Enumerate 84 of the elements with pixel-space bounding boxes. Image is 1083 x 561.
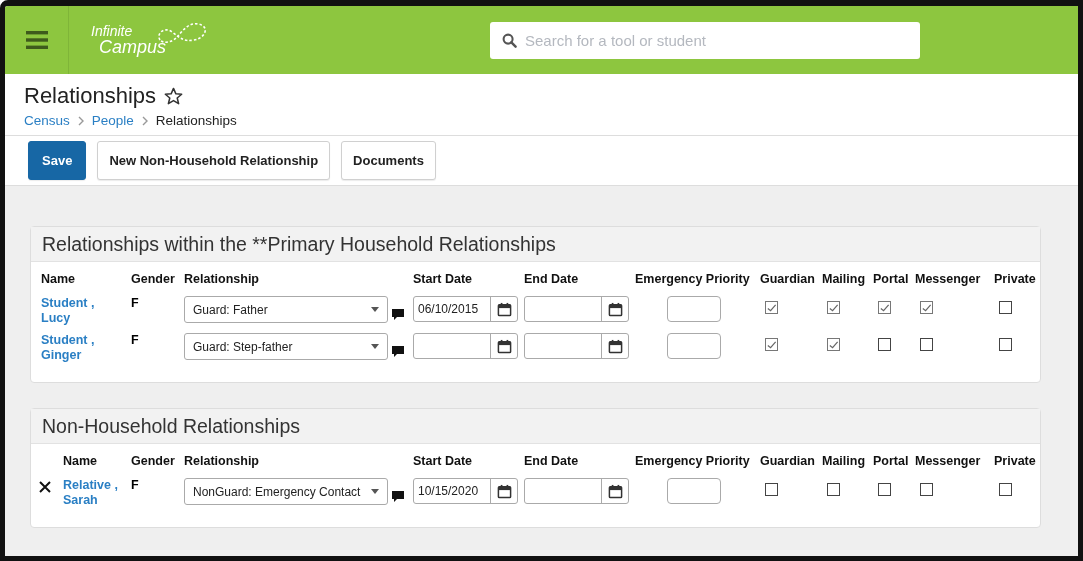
end-date-field[interactable]: [524, 333, 629, 359]
caret-icon: [371, 489, 379, 494]
column-header: Guardian: [760, 454, 815, 468]
breadcrumb-link[interactable]: Census: [24, 113, 70, 128]
column-header: Mailing: [822, 272, 866, 286]
start-date-field[interactable]: 06/10/2015: [413, 296, 518, 322]
comment-icon[interactable]: [392, 491, 404, 503]
logo-text: Infinite: [91, 24, 134, 38]
column-header: Messenger: [915, 454, 981, 468]
start-date-field[interactable]: 10/15/2020: [413, 478, 518, 504]
checkbox[interactable]: [878, 301, 891, 314]
person-link[interactable]: Student , Ginger: [41, 333, 107, 363]
toolbar-button[interactable]: Save: [28, 141, 87, 180]
start-date-field[interactable]: [413, 333, 518, 359]
priority-field[interactable]: [667, 296, 721, 322]
toolbar-button[interactable]: Documents: [341, 141, 436, 180]
column-header: End Date: [524, 272, 579, 286]
relationship-dropdown[interactable]: Guard: Father: [184, 296, 388, 323]
chevron-icon: [77, 115, 84, 126]
checkbox[interactable]: [765, 338, 778, 351]
checkbox[interactable]: [878, 483, 891, 496]
section-title: Relationships within the **Primary Household Relationships: [42, 232, 556, 256]
relationship-dropdown[interactable]: Guard: Step-father: [184, 333, 388, 360]
column-header: Private: [994, 272, 1036, 286]
column-header: Portal: [873, 454, 909, 468]
column-header: Gender: [131, 272, 175, 286]
column-header: Name: [41, 272, 76, 286]
page-title: Relationships: [24, 83, 157, 109]
toolbar-button[interactable]: New Non-Household Relationship: [97, 141, 331, 180]
menu-icon[interactable]: [25, 31, 48, 49]
star-icon[interactable]: [164, 86, 184, 106]
checkbox[interactable]: [999, 301, 1012, 314]
calendar-icon[interactable]: [496, 301, 512, 317]
comment-icon[interactable]: [392, 309, 404, 321]
end-date-field[interactable]: [524, 296, 629, 322]
column-header: End Date: [524, 454, 579, 468]
column-header: Emergency Priority: [635, 454, 750, 468]
breadcrumb-current: Relationships: [155, 113, 237, 128]
gender-text: F: [131, 478, 139, 492]
column-header: Guardian: [760, 272, 815, 286]
column-header: Mailing: [822, 454, 866, 468]
column-header: Relationship: [184, 454, 259, 468]
priority-field[interactable]: [667, 478, 721, 504]
column-header: Name: [63, 454, 98, 468]
checkbox[interactable]: [878, 338, 891, 351]
end-date-field[interactable]: [524, 478, 629, 504]
priority-field[interactable]: [667, 333, 721, 359]
person-link[interactable]: Student , Lucy: [41, 296, 107, 326]
calendar-icon[interactable]: [607, 301, 623, 317]
calendar-icon[interactable]: [607, 338, 623, 354]
gender-text: F: [131, 333, 139, 347]
calendar-icon[interactable]: [607, 483, 623, 499]
search-field[interactable]: Search for a tool or student: [490, 21, 920, 59]
delete-icon[interactable]: [38, 480, 52, 494]
column-header: Private: [994, 454, 1036, 468]
column-header: Portal: [873, 272, 909, 286]
checkbox[interactable]: [999, 338, 1012, 351]
calendar-icon[interactable]: [496, 338, 512, 354]
chevron-icon: [141, 115, 148, 126]
column-header: Start Date: [413, 272, 473, 286]
checkbox[interactable]: [920, 338, 933, 351]
caret-icon: [371, 344, 379, 349]
gender-text: F: [131, 296, 139, 310]
checkbox[interactable]: [765, 301, 778, 314]
checkbox[interactable]: [765, 483, 778, 496]
comment-icon[interactable]: [392, 346, 404, 358]
logo-text: Campus: [98, 38, 167, 56]
person-link[interactable]: Relative , Sarah: [63, 478, 129, 508]
checkbox[interactable]: [827, 338, 840, 351]
checkbox[interactable]: [827, 301, 840, 314]
calendar-icon[interactable]: [496, 483, 512, 499]
column-header: Gender: [131, 454, 175, 468]
checkbox[interactable]: [999, 483, 1012, 496]
breadcrumb-link[interactable]: People: [91, 113, 134, 128]
section-title: Non-Household Relationships: [42, 414, 300, 438]
column-header: Start Date: [413, 454, 473, 468]
column-header: Messenger: [915, 272, 981, 286]
checkbox[interactable]: [920, 483, 933, 496]
checkbox[interactable]: [827, 483, 840, 496]
caret-icon: [371, 307, 379, 312]
relationship-dropdown[interactable]: NonGuard: Emergency Contact: [184, 478, 388, 505]
column-header: Emergency Priority: [635, 272, 750, 286]
column-header: Relationship: [184, 272, 259, 286]
checkbox[interactable]: [920, 301, 933, 314]
